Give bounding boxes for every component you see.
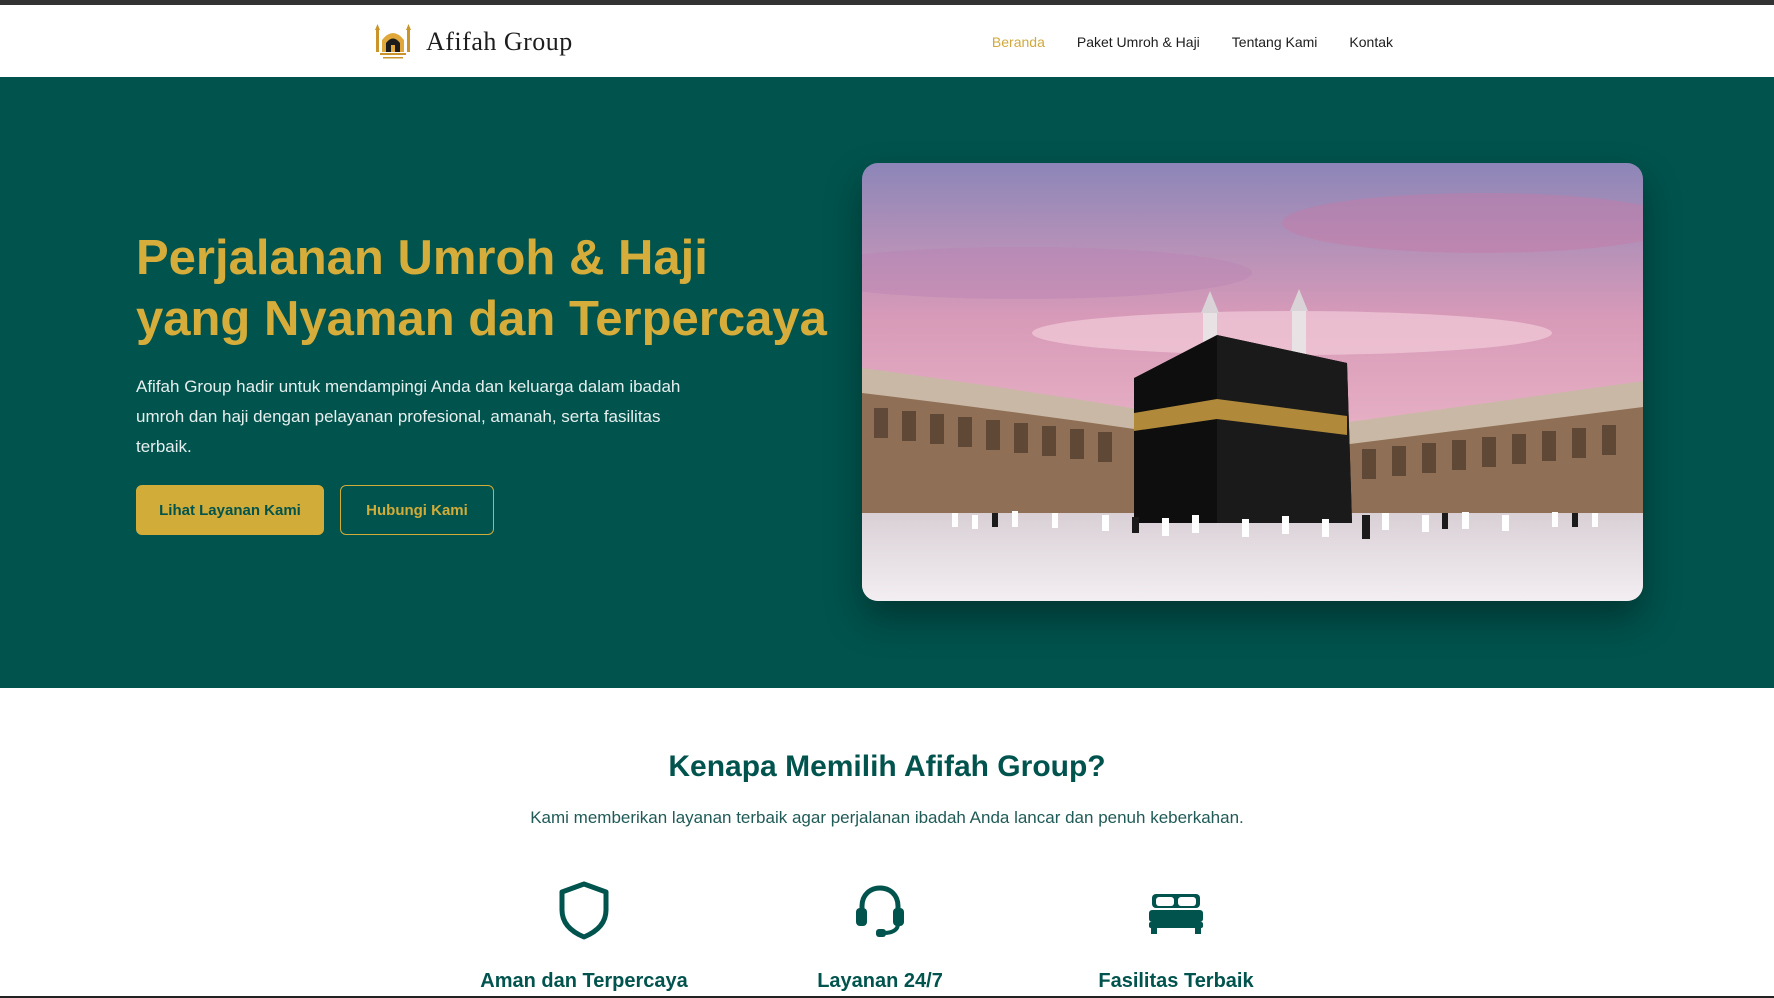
main-nav: Beranda Paket Umroh & Haji Tentang Kami …	[992, 34, 1393, 50]
why-title: Kenapa Memilih Afifah Group?	[668, 750, 1106, 783]
brand[interactable]: Afifah Group	[374, 20, 573, 64]
brand-name: Afifah Group	[426, 27, 573, 56]
nav-item-beranda[interactable]: Beranda	[992, 34, 1045, 50]
hero-section: Perjalanan Umroh & Haji yang Nyaman dan …	[0, 77, 1774, 688]
why-section: Kenapa Memilih Afifah Group? Kami member…	[0, 688, 1774, 998]
hero-title-line2: yang Nyaman dan Terpercaya	[136, 292, 827, 346]
contact-us-button[interactable]: Hubungi Kami	[340, 485, 494, 535]
feature-secure: Aman dan Terpercaya	[454, 880, 714, 993]
navbar: Afifah Group Beranda Paket Umroh & Haji …	[0, 5, 1774, 77]
hero-title: Perjalanan Umroh & Haji yang Nyaman dan …	[136, 228, 836, 350]
feature-label-support: Layanan 24/7	[817, 970, 943, 992]
feature-facilities: Fasilitas Terbaik	[1046, 880, 1306, 993]
mosque-logo-icon	[375, 24, 411, 59]
nav-item-paket[interactable]: Paket Umroh & Haji	[1077, 34, 1200, 50]
view-services-button[interactable]: Lihat Layanan Kami	[136, 485, 324, 535]
hero-buttons: Lihat Layanan Kami Hubungi Kami	[136, 485, 494, 535]
nav-item-tentang[interactable]: Tentang Kami	[1232, 34, 1318, 50]
feature-support: Layanan 24/7	[750, 880, 1010, 993]
hero-description: Afifah Group hadir untuk mendampingi And…	[136, 377, 681, 456]
why-subtitle: Kami memberikan layanan terbaik agar per…	[530, 808, 1244, 827]
bed-icon	[1149, 894, 1203, 934]
feature-label-secure: Aman dan Terpercaya	[480, 970, 688, 992]
headset-icon	[856, 885, 904, 937]
feature-label-facilities: Fasilitas Terbaik	[1098, 970, 1254, 992]
nav-item-kontak[interactable]: Kontak	[1349, 34, 1393, 50]
hero-title-line1: Perjalanan Umroh & Haji	[136, 231, 708, 285]
kaaba-illustration	[862, 163, 1643, 601]
shield-icon	[559, 881, 609, 940]
kaaba-photo	[862, 163, 1643, 601]
